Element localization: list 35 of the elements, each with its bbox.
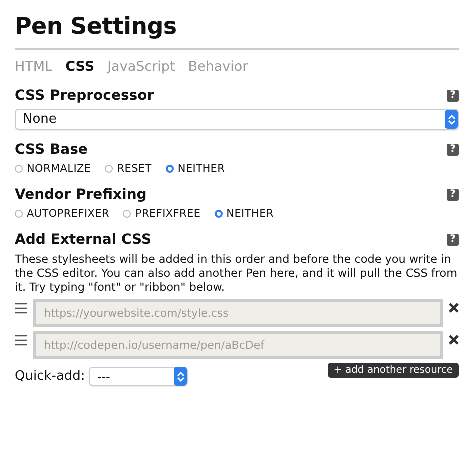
radio-button[interactable] xyxy=(105,165,114,173)
radio-option[interactable]: NORMALIZE xyxy=(15,163,92,175)
add-resource-button[interactable]: + add another resource xyxy=(328,363,459,378)
drag-handle-icon[interactable] xyxy=(15,335,27,346)
quick-add-select[interactable]: --- xyxy=(89,367,188,386)
page-title: Pen Settings xyxy=(15,10,459,50)
radio-option[interactable]: PREFIXFREE xyxy=(123,208,201,220)
quick-add-label: Quick-add: xyxy=(15,369,86,384)
close-icon[interactable] xyxy=(449,303,459,313)
drag-handle-icon[interactable] xyxy=(15,303,27,314)
tab[interactable]: CSS xyxy=(66,59,95,75)
close-icon[interactable] xyxy=(449,335,459,345)
select-arrows-icon xyxy=(174,367,188,386)
radio-option[interactable]: RESET xyxy=(105,163,152,175)
help-icon[interactable]: ? xyxy=(447,90,459,102)
section-heading: Vendor Prefixing xyxy=(15,187,147,203)
radio-button[interactable] xyxy=(214,210,223,218)
radio-option[interactable]: NEITHER xyxy=(214,208,274,220)
radio-button[interactable] xyxy=(15,165,23,173)
section-heading: Add External CSS xyxy=(15,232,152,248)
description-text: These stylesheets will be added in this order and before the code you write in the CSS editor. You can also add another Pen here, and it will pull the CSS from it. Try typing "font" or "ribbon" below. xyxy=(15,253,458,295)
select-arrows-icon xyxy=(445,110,458,129)
radio-button[interactable] xyxy=(166,165,174,173)
help-icon[interactable]: ? xyxy=(447,234,459,246)
help-icon[interactable]: ? xyxy=(447,189,459,201)
radio-option[interactable]: AUTOPREFIXER xyxy=(15,208,110,220)
url-field[interactable]: http://codepen.io/username/pen/aBcDef xyxy=(33,331,443,359)
preprocessor-select[interactable]: None xyxy=(15,109,459,130)
url-field[interactable]: https://yourwebsite.com/style.css xyxy=(33,299,443,327)
section-heading: CSS Preprocessor xyxy=(15,88,154,104)
radio-button[interactable] xyxy=(123,210,132,218)
section-heading: CSS Base xyxy=(15,142,88,158)
radio-option[interactable]: NEITHER xyxy=(166,163,226,175)
radio-button[interactable] xyxy=(15,210,23,218)
help-icon[interactable]: ? xyxy=(447,144,459,156)
